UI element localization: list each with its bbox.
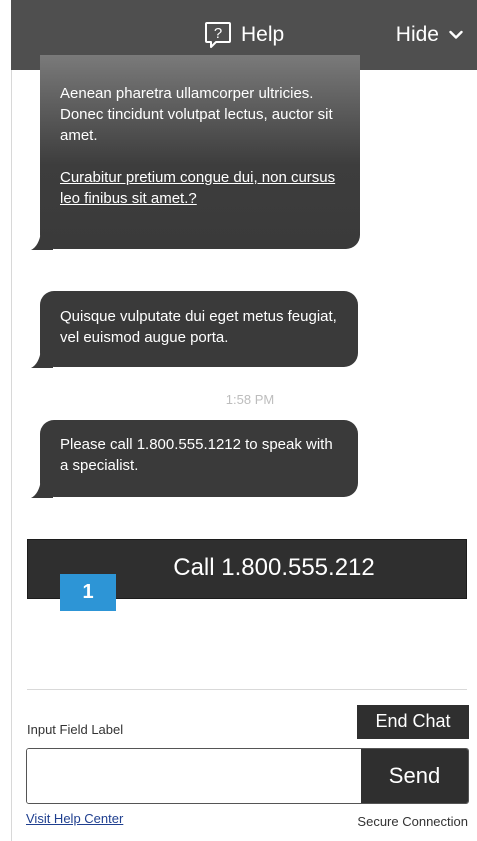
hide-button[interactable]: Hide: [396, 20, 463, 50]
visit-help-center-link[interactable]: Visit Help Center: [26, 811, 123, 826]
composer-divider: [27, 689, 467, 690]
message-text: Quisque vulputate dui eget metus feugiat…: [60, 308, 337, 346]
bubble-tail: [31, 232, 53, 250]
help-chat-icon: ?: [205, 22, 231, 48]
input-field-label: Input Field Label: [27, 722, 124, 737]
end-chat-button[interactable]: End Chat: [357, 705, 469, 739]
help-label: Help: [241, 23, 285, 46]
message-text: Aenean pharetra ullamcorper ultricies. D…: [60, 85, 333, 144]
step-badge: 1: [60, 574, 116, 611]
panel-left-border: [11, 70, 12, 841]
agent-message: Quisque vulputate dui eget metus feugiat…: [31, 291, 358, 368]
agent-message: Please call 1.800.555.1212 to speak with…: [31, 420, 358, 498]
bubble-tail: [31, 350, 53, 368]
hide-label: Hide: [395, 23, 439, 46]
help-button[interactable]: ? Help: [203, 20, 284, 50]
message-timestamp: 1:58 PM: [225, 392, 275, 407]
send-button[interactable]: Send: [361, 749, 468, 803]
agent-message: Aenean pharetra ullamcorper ultricies. D…: [31, 55, 360, 250]
help-icon-glyph: ?: [214, 25, 222, 42]
message-text: Please call 1.800.555.1212 to speak with…: [60, 436, 333, 474]
bubble-tail: [31, 480, 53, 498]
secure-connection-label: Secure Connection: [357, 814, 468, 829]
message-composer: Send: [26, 748, 469, 804]
message-link[interactable]: Curabitur pretium congue dui, non cursus…: [60, 167, 340, 209]
message-input[interactable]: [27, 749, 361, 803]
chat-panel: ? Help Hide Aenean pharetra ullamcorper …: [0, 0, 477, 841]
chevron-down-icon: [449, 30, 463, 39]
